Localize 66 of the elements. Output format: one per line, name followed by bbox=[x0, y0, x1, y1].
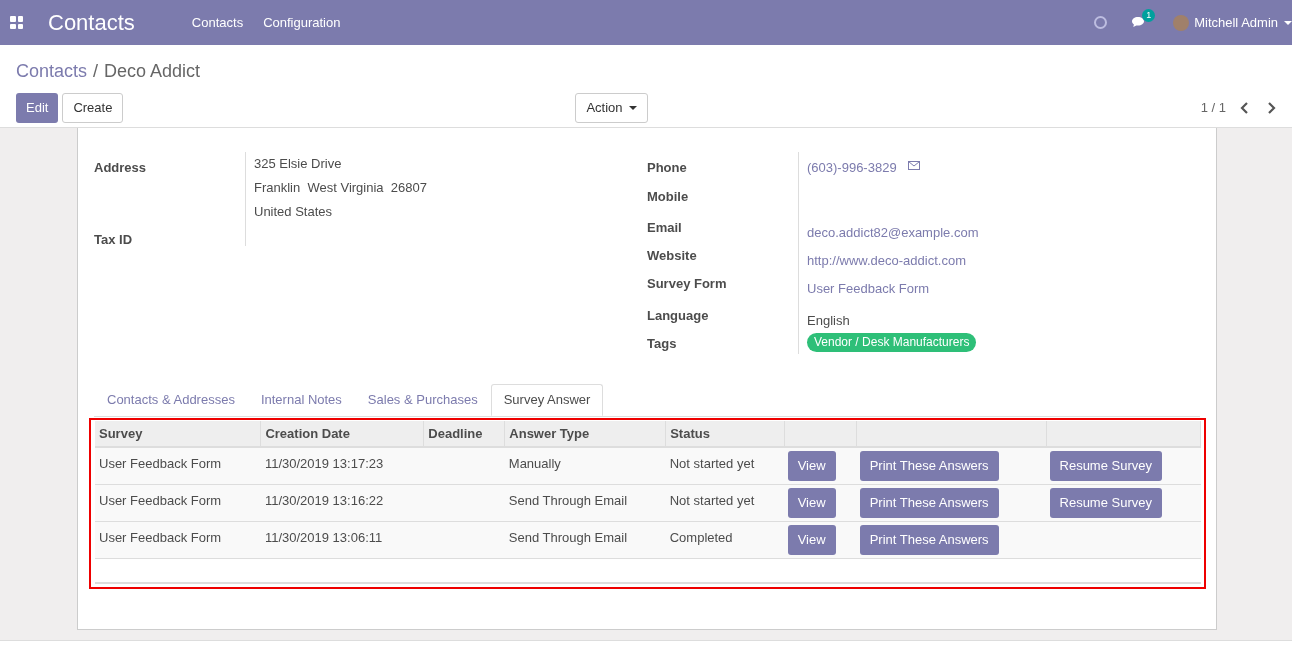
view-button[interactable]: View bbox=[787, 524, 836, 555]
field-label: Mobile bbox=[647, 188, 690, 206]
pager-value: 1 / 1 bbox=[1200, 99, 1226, 118]
tab[interactable]: Internal Notes bbox=[247, 384, 355, 416]
address-line: 325 Elsie Drive bbox=[254, 155, 343, 173]
resume-survey-button[interactable]: Resume Survey bbox=[1049, 451, 1162, 481]
field-link[interactable]: deco.addict82@example.com bbox=[807, 218, 979, 243]
address-line: United States bbox=[254, 203, 334, 221]
table-cell: 11/30/2019 13:17:23 bbox=[260, 447, 424, 484]
tab[interactable]: Contacts & Addresses bbox=[94, 384, 248, 416]
column-header[interactable]: Status bbox=[665, 421, 785, 447]
table-cell: Not started yet bbox=[665, 484, 785, 521]
table-cell: Completed bbox=[665, 521, 785, 558]
field-link[interactable]: User Feedback Form bbox=[807, 274, 930, 299]
create-button[interactable]: Create bbox=[62, 93, 124, 123]
field-value: English bbox=[807, 312, 850, 330]
table-cell: User Feedback Form bbox=[95, 484, 261, 521]
table-cell: 11/30/2019 13:16:22 bbox=[260, 484, 424, 521]
tab[interactable]: Sales & Purchases bbox=[354, 384, 491, 416]
resume-survey-button[interactable]: Resume Survey bbox=[1049, 487, 1162, 518]
field-label: Email bbox=[647, 219, 683, 237]
column-header[interactable]: Deadline bbox=[423, 421, 505, 447]
envelope-icon[interactable] bbox=[907, 161, 920, 170]
print-answers-button[interactable]: Print These Answers bbox=[859, 451, 999, 481]
table-cell: Manually bbox=[504, 447, 666, 484]
breadcrumb-current: Deco Addict bbox=[104, 60, 201, 83]
avatar bbox=[1173, 14, 1190, 31]
table-cell: Not started yet bbox=[665, 447, 785, 484]
field-label: Survey Form bbox=[647, 275, 728, 293]
message-count-badge: 1 bbox=[1142, 9, 1156, 22]
address-line: Franklin West Virginia 26807 bbox=[254, 179, 428, 197]
field-label: Tax ID bbox=[94, 231, 134, 249]
field-link[interactable]: http://www.deco-addict.com bbox=[807, 246, 966, 271]
phone-link[interactable]: (603)-996-3829 bbox=[807, 158, 897, 178]
previous-icon[interactable] bbox=[1240, 102, 1249, 114]
table-cell: User Feedback Form bbox=[95, 447, 261, 484]
view-button[interactable]: View bbox=[787, 487, 836, 518]
caret-icon[interactable] bbox=[1284, 20, 1292, 25]
clock-icon[interactable] bbox=[1094, 16, 1108, 29]
table-cell: User Feedback Form bbox=[95, 521, 261, 558]
edit-button[interactable]: Edit bbox=[16, 93, 59, 123]
app-title[interactable]: Contacts bbox=[48, 6, 135, 39]
next-icon[interactable] bbox=[1267, 102, 1276, 114]
table-cell: 11/30/2019 13:06:11 bbox=[260, 521, 424, 558]
print-answers-button[interactable]: Print These Answers bbox=[859, 487, 999, 518]
column-header[interactable]: Creation Date bbox=[260, 421, 424, 447]
tag: Vendor / Desk Manufacturers bbox=[807, 333, 977, 352]
tab[interactable]: Survey Answer bbox=[490, 384, 604, 416]
column-header[interactable]: Answer Type bbox=[504, 421, 666, 447]
table-cell: Send Through Email bbox=[504, 484, 666, 521]
menu-link[interactable]: Configuration bbox=[263, 12, 341, 33]
user-name[interactable]: Mitchell Admin bbox=[1194, 12, 1278, 33]
field-label: Language bbox=[647, 307, 710, 325]
table-cell: Send Through Email bbox=[504, 521, 666, 558]
breadcrumb-separator: / bbox=[93, 60, 99, 83]
field-label: Phone bbox=[647, 159, 688, 177]
field-label: Website bbox=[647, 247, 698, 265]
action-dropdown[interactable]: Action bbox=[575, 93, 648, 123]
field-label: Address bbox=[94, 159, 148, 177]
view-button[interactable]: View bbox=[787, 451, 836, 481]
breadcrumb-link[interactable]: Contacts bbox=[16, 58, 88, 85]
field-label: Tags bbox=[647, 335, 678, 353]
menu-link[interactable]: Contacts bbox=[191, 12, 244, 33]
apps-menu-icon[interactable] bbox=[10, 16, 23, 29]
print-answers-button[interactable]: Print These Answers bbox=[859, 524, 999, 555]
column-header[interactable]: Survey bbox=[95, 421, 261, 447]
